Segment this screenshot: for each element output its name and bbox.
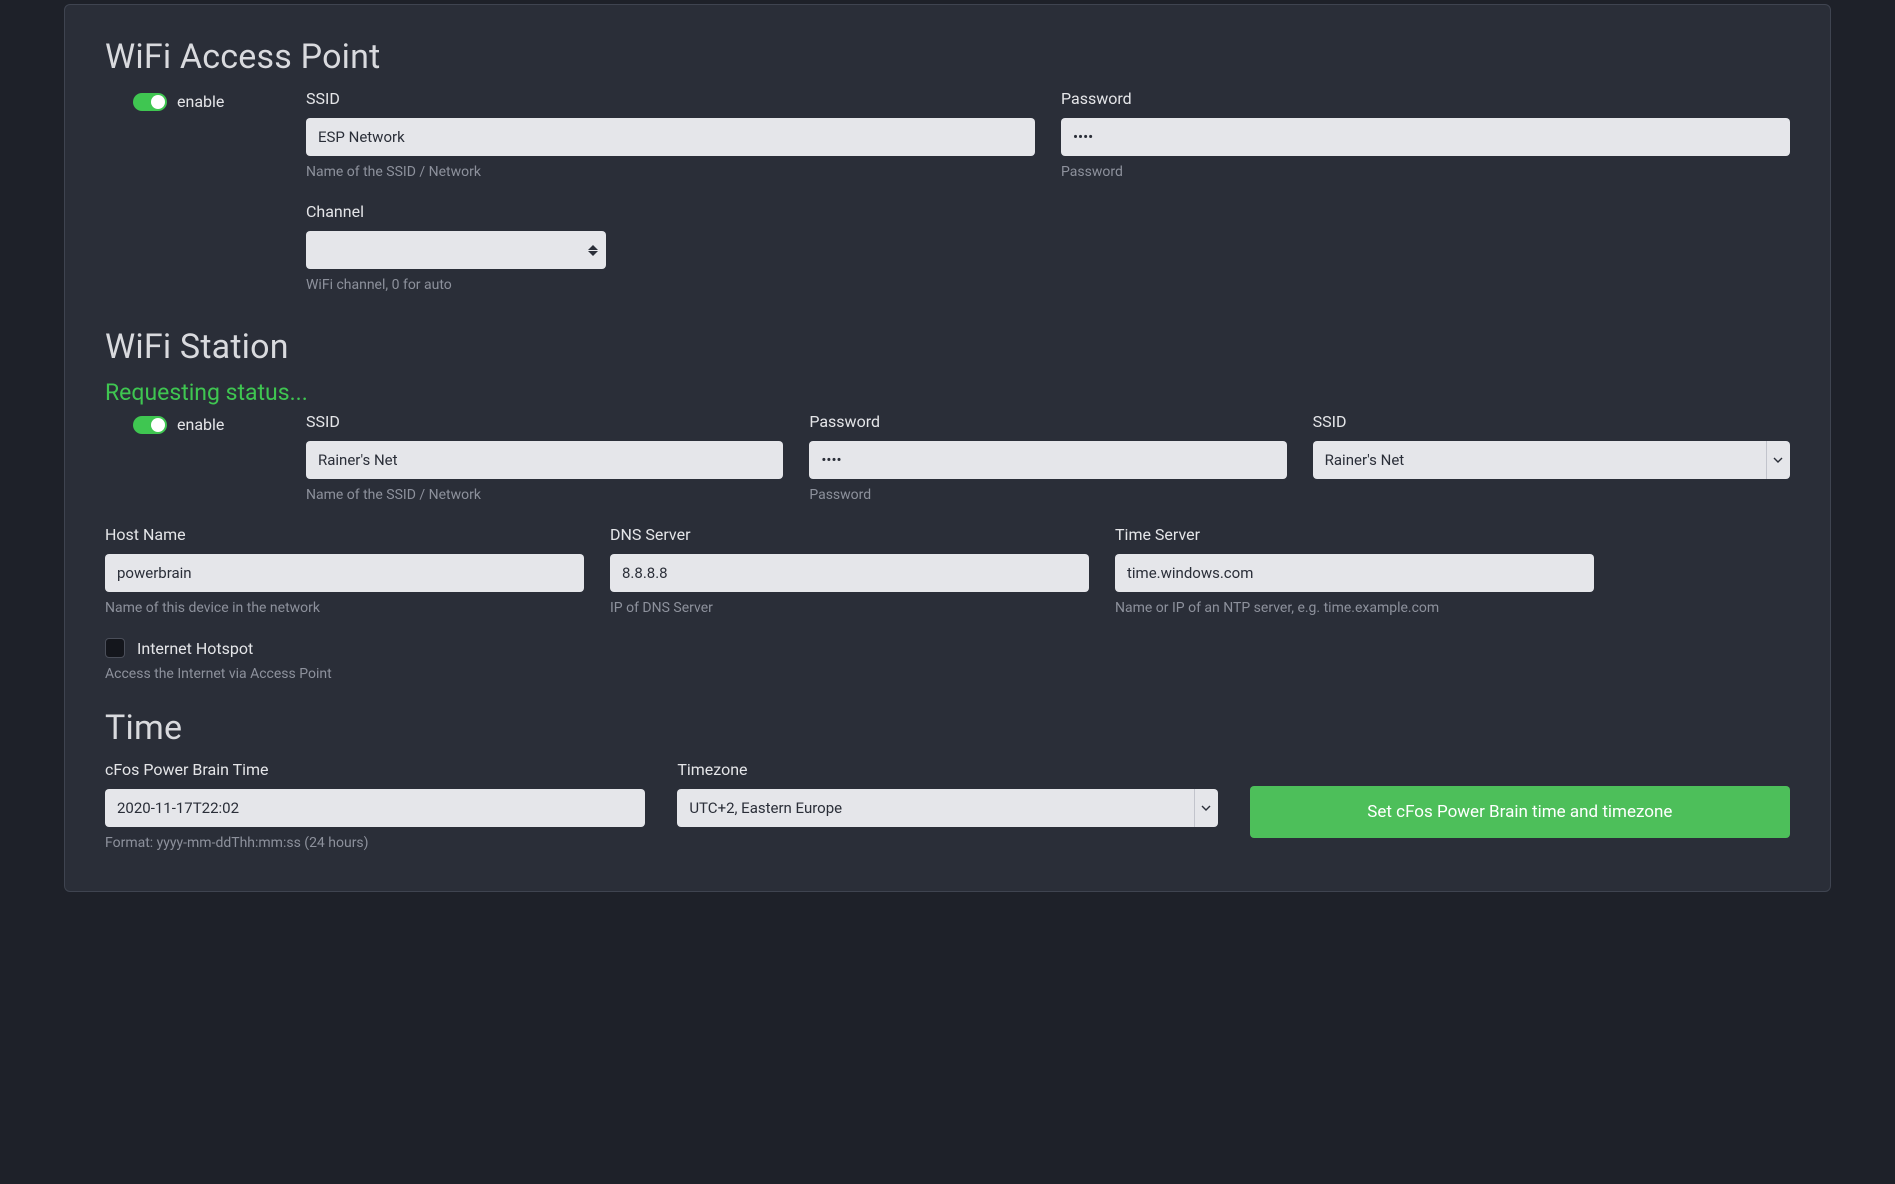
dns-label: DNS Server (610, 525, 1089, 544)
station-password-help: Password (809, 487, 1286, 503)
section-title-station: WiFi Station (105, 327, 1790, 367)
section-title-time: Time (105, 708, 1790, 748)
section-title-ap: WiFi Access Point (105, 37, 1790, 77)
station-ssid-input[interactable] (306, 441, 783, 479)
station-ssid-help: Name of the SSID / Network (306, 487, 783, 503)
ap-channel-input[interactable] (318, 231, 580, 269)
time-server-input[interactable] (1115, 554, 1594, 592)
ap-enable-toggle[interactable] (133, 93, 167, 111)
host-label: Host Name (105, 525, 584, 544)
ap-ssid-label: SSID (306, 89, 1035, 108)
set-time-button[interactable]: Set cFos Power Brain time and timezone (1250, 786, 1790, 838)
config-panel: WiFi Access Point enable SSID Name of th… (64, 4, 1831, 892)
ap-ssid-help: Name of the SSID / Network (306, 164, 1035, 180)
station-ssid-select-label: SSID (1313, 412, 1790, 431)
hotspot-help: Access the Internet via Access Point (105, 666, 1790, 682)
time-server-label: Time Server (1115, 525, 1594, 544)
station-password-label: Password (809, 412, 1286, 431)
station-password-input[interactable] (809, 441, 1286, 479)
clock-label: cFos Power Brain Time (105, 760, 645, 779)
ap-password-input[interactable] (1061, 118, 1790, 156)
ap-password-help: Password (1061, 164, 1790, 180)
dns-input[interactable] (610, 554, 1089, 592)
station-status: Requesting status... (105, 379, 1790, 406)
ap-password-label: Password (1061, 89, 1790, 108)
station-enable-label: enable (177, 415, 224, 434)
ap-ssid-input[interactable] (306, 118, 1035, 156)
ap-channel-stepper[interactable] (306, 231, 606, 269)
stepper-icon (586, 241, 600, 259)
ap-channel-label: Channel (306, 202, 1035, 221)
host-help: Name of this device in the network (105, 600, 584, 616)
dns-help: IP of DNS Server (610, 600, 1089, 616)
ap-enable-label: enable (177, 92, 224, 111)
station-enable-toggle[interactable] (133, 416, 167, 434)
station-ssid-select[interactable]: Rainer's Net (1313, 441, 1790, 479)
station-ssid-label: SSID (306, 412, 783, 431)
clock-input[interactable] (105, 789, 645, 827)
ap-channel-help: WiFi channel, 0 for auto (306, 277, 1035, 293)
tz-label: Timezone (677, 760, 1217, 779)
hotspot-checkbox[interactable] (105, 638, 125, 658)
time-server-help: Name or IP of an NTP server, e.g. time.e… (1115, 600, 1594, 616)
tz-select[interactable]: UTC+2, Eastern Europe (677, 789, 1217, 827)
clock-help: Format: yyyy-mm-ddThh:mm:ss (24 hours) (105, 835, 645, 851)
host-input[interactable] (105, 554, 584, 592)
hotspot-label: Internet Hotspot (137, 639, 253, 658)
